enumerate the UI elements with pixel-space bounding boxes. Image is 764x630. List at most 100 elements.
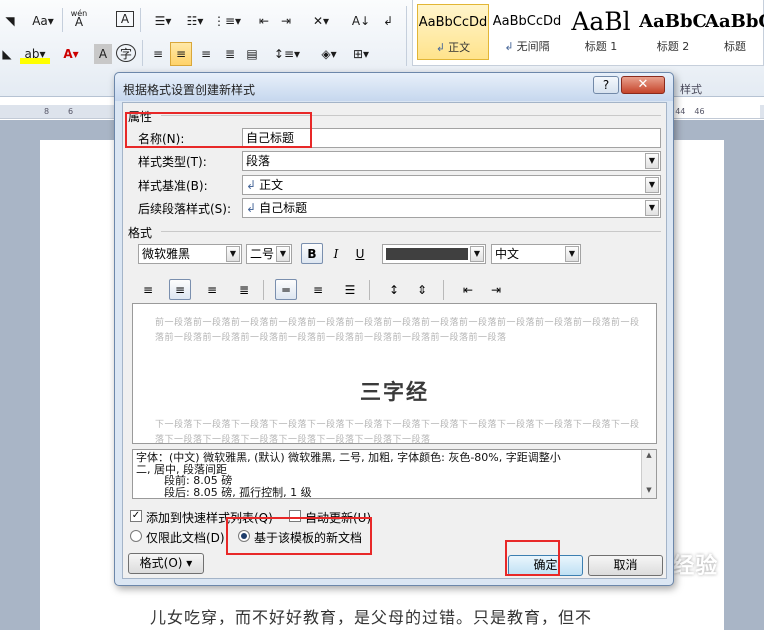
align-right-icon[interactable]: ≡ (201, 279, 223, 300)
based-on-value: 正文 (259, 178, 284, 192)
description-scrollbar[interactable]: ▲ ▼ (641, 450, 656, 498)
close-button[interactable]: ✕ (621, 76, 665, 94)
cancel-button[interactable]: 取消 (588, 555, 663, 576)
color-swatch (386, 248, 468, 260)
size-select[interactable]: 二号 ▼ (246, 244, 292, 264)
increase-indent-icon[interactable]: ⇥ (485, 279, 507, 300)
style-normal-name: 正文 (448, 41, 471, 54)
ruler-mark-6: 6 (68, 107, 74, 116)
shading-icon[interactable]: ◈▾ (314, 44, 344, 64)
format-menu-button[interactable]: 格式(O) ▾ (128, 553, 204, 574)
style-no-spacing-preview: AaBbCcDd (492, 13, 562, 29)
text-effect-icon[interactable]: ◥ (2, 11, 18, 31)
style-type-select[interactable]: 段落 ▼ (242, 151, 661, 171)
bold-button[interactable]: B (301, 243, 323, 264)
quick-styles-gallery: AaBbCcDd ↲ 正文 AaBbCcDd ↲ 无间隔 AaBl 标题 1 AaBbC 标… (412, 0, 764, 66)
show-marks-icon[interactable]: ↲ (378, 11, 398, 31)
style-normal-preview: AaBbCcDd (418, 14, 488, 30)
description-line-3: 段前: 8.05 磅 (164, 474, 233, 487)
style-no-spacing[interactable]: AaBbCcDd ↲ 无间隔 (491, 4, 563, 60)
align-center-icon[interactable]: ≡ (170, 42, 192, 66)
decrease-indent-icon[interactable]: ⇤ (254, 11, 274, 31)
sort-icon[interactable]: A↓ (350, 11, 372, 31)
multilevel-list-icon[interactable]: ⋮≡▾ (212, 11, 242, 31)
dialog-titlebar[interactable]: 根据格式设置创建新样式 ? ✕ (115, 73, 673, 101)
character-shading-icon[interactable]: A (94, 44, 112, 64)
style-title-name: 标题 (724, 40, 746, 53)
line-spacing-icon[interactable]: ↕≡▾ (272, 44, 302, 64)
chevron-down-icon: ▼ (645, 153, 659, 169)
style-heading-2[interactable]: AaBbC 标题 2 (637, 4, 709, 60)
change-case-label: Aa (32, 14, 48, 28)
increase-spacing-before-icon[interactable]: ↕ (383, 279, 405, 300)
ruler-tick-46: 46 (694, 107, 705, 116)
align-left-icon[interactable]: ≡ (137, 279, 159, 300)
justify-icon[interactable]: ≣ (233, 279, 255, 300)
style-heading-1-name: 标题 1 (584, 40, 618, 53)
style-type-label: 样式类型(T): (138, 155, 207, 169)
help-button[interactable]: ? (593, 76, 619, 94)
distributed-icon[interactable]: ▤ (242, 44, 262, 64)
double-spacing-icon[interactable]: ☰ (339, 279, 361, 300)
phonetic-guide-button[interactable]: wén A (68, 8, 90, 28)
chevron-down-icon: ▼ (470, 246, 484, 262)
align-left-icon[interactable]: ≡ (148, 44, 168, 64)
chevron-down-icon: ▼ (565, 246, 579, 262)
preview-before-text: 前一段落前一段落前一段落前一段落前一段落前一段落前一段落前一段落前一段落前一段落… (155, 318, 640, 343)
enclose-character-button[interactable]: 字 (116, 44, 136, 62)
style-type-value: 段落 (246, 154, 271, 168)
add-quick-style-checkbox[interactable]: ✓ (130, 510, 142, 522)
phonetic-bottom: A (74, 15, 84, 29)
styles-group-label: 样式 (680, 83, 702, 96)
highlight-icon[interactable]: ab▾ (20, 44, 50, 64)
size-value: 二号 (250, 247, 275, 261)
decrease-spacing-before-icon[interactable]: ⇕ (411, 279, 433, 300)
next-style-select[interactable]: ↲ 自己标题 ▼ (242, 198, 661, 218)
align-center-icon[interactable]: ≡ (169, 279, 191, 300)
change-case-button[interactable]: Aa ▾ (28, 11, 58, 31)
one-half-spacing-icon[interactable]: ≡ (307, 279, 329, 300)
style-no-spacing-name: 无间隔 (516, 40, 550, 53)
underline-button[interactable]: U (349, 243, 371, 264)
font-color-select[interactable]: ▼ (382, 244, 486, 264)
bullets-icon[interactable]: ☰▾ (148, 11, 178, 31)
justify-icon[interactable]: ≣ (220, 44, 240, 64)
chevron-down-icon: ▼ (645, 177, 659, 193)
based-on-label: 样式基准(B): (138, 179, 208, 193)
italic-button[interactable]: I (325, 243, 347, 264)
enclosed-char: 字 (119, 46, 132, 61)
style-title[interactable]: AaBbC 标题 (705, 4, 764, 60)
format-group-label: 格式 (128, 226, 153, 240)
borders-icon[interactable]: ⊞▾ (346, 44, 376, 64)
asian-layout-icon[interactable]: ✕▾ (306, 11, 336, 31)
align-right-icon[interactable]: ≡ (196, 44, 216, 64)
font-size-icon[interactable]: ◣ (0, 44, 14, 64)
based-on-select[interactable]: ↲ 正文 ▼ (242, 175, 661, 195)
highlight-ok-box (505, 540, 560, 576)
single-spacing-icon[interactable]: ═ (275, 279, 297, 300)
dialog-title: 根据格式设置创建新样式 (123, 83, 256, 97)
highlight-template-box (226, 517, 372, 555)
font-value: 微软雅黑 (142, 247, 191, 261)
description-line-1: 字体：(中文) 微软雅黑, (默认) 微软雅黑, 二号, 加粗, 字体颜色: 灰… (136, 451, 561, 464)
character-border-button[interactable]: A (116, 11, 134, 27)
highlight-name-box (125, 112, 312, 148)
decrease-indent-icon[interactable]: ⇤ (457, 279, 479, 300)
script-select[interactable]: 中文 ▼ (491, 244, 581, 264)
create-style-dialog: 根据格式设置创建新样式 ? ✕ 属性 名称(N): 自己标题 样式类型(T): … (114, 72, 674, 586)
font-select[interactable]: 微软雅黑 ▼ (138, 244, 242, 264)
next-style-value: 自己标题 (259, 201, 308, 215)
dialog-client: 属性 名称(N): 自己标题 样式类型(T): 段落 ▼ 样式基准(B): ↲ 正文… (122, 102, 667, 579)
font-color-icon[interactable]: A▾ (56, 44, 86, 64)
this-doc-label: 仅限此文档(D) (146, 531, 225, 545)
numbering-icon[interactable]: ☷▾ (180, 11, 210, 31)
this-doc-radio[interactable] (130, 530, 142, 542)
chevron-down-icon: ▼ (645, 200, 659, 216)
script-value: 中文 (495, 247, 520, 261)
style-heading-1[interactable]: AaBl 标题 1 (565, 4, 637, 60)
style-normal[interactable]: AaBbCcDd ↲ 正文 (417, 4, 489, 60)
ruler-mark-8: 8 (44, 107, 50, 116)
chevron-down-icon: ▼ (226, 246, 240, 262)
next-style-label: 后续段落样式(S): (138, 202, 232, 216)
increase-indent-icon[interactable]: ⇥ (276, 11, 296, 31)
